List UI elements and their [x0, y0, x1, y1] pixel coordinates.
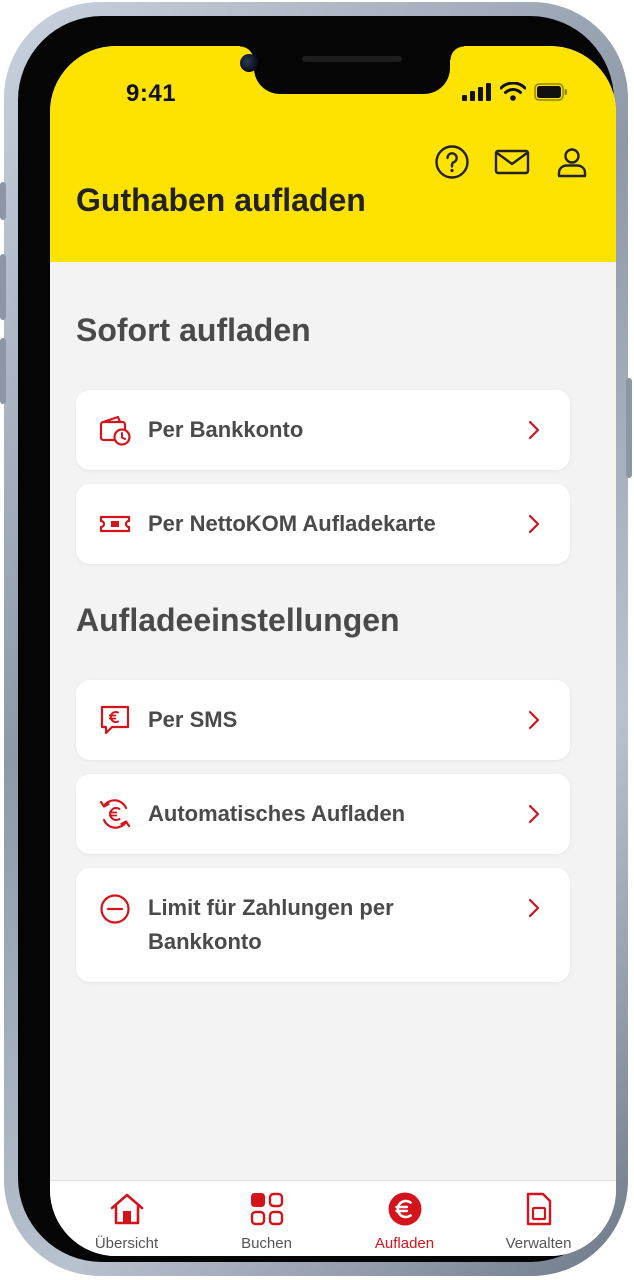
tab-label: Buchen: [241, 1235, 292, 1252]
euro-circle-icon: [388, 1192, 421, 1226]
tab-uebersicht[interactable]: Übersicht: [56, 1191, 197, 1252]
sms-euro-icon: [100, 705, 130, 735]
chevron-right-icon: [528, 804, 540, 824]
profile-icon[interactable]: [554, 144, 590, 180]
list-item-aufladekarte[interactable]: Per NettoKOM Aufladekarte: [76, 484, 570, 564]
tab-verwalten[interactable]: Verwalten: [468, 1191, 609, 1252]
chevron-right-icon: [528, 420, 540, 440]
sim-card-icon: [526, 1192, 551, 1226]
notch: [240, 46, 464, 94]
side-button-volume-up: [0, 254, 6, 320]
status-icons: [462, 82, 568, 101]
battery-icon: [534, 82, 567, 101]
tab-buchen[interactable]: Buchen: [196, 1191, 337, 1252]
list-item-label: Automatisches Aufladen: [148, 801, 406, 826]
list-item-limit-zahlungen[interactable]: Limit für Zahlungen per Bankkonto: [76, 868, 570, 982]
list-item-label: Limit für Zahlungen per Bankkonto: [148, 895, 394, 954]
home-icon: [110, 1193, 143, 1225]
chevron-right-icon: [528, 898, 540, 918]
phone-bezel: 9:41 Guthaben aufladen Sofort aufladen P…: [18, 16, 616, 1262]
speaker-grille: [302, 56, 402, 62]
side-button-mute: [0, 182, 6, 220]
ticket-icon: [99, 515, 131, 533]
euro-refresh-icon: [99, 799, 131, 829]
list-item-bankkonto[interactable]: Per Bankkonto: [76, 390, 570, 470]
tab-label: Übersicht: [94, 1235, 159, 1252]
help-icon[interactable]: [434, 144, 470, 180]
chevron-right-icon: [528, 514, 540, 534]
section-title-aufladeeinstellungen: Aufladeeinstellungen: [76, 602, 400, 638]
minus-circle-icon: [100, 894, 130, 924]
front-camera: [240, 54, 258, 72]
app-screen: 9:41 Guthaben aufladen Sofort aufladen P…: [50, 46, 616, 1256]
signal-icon: [462, 82, 491, 101]
wallet-clock-icon: [99, 415, 131, 446]
wifi-icon: [500, 82, 526, 101]
bottom-tab-bar: Übersicht Buchen Aufladen Verwalten: [50, 1180, 616, 1256]
section-title-sofort: Sofort aufladen: [76, 312, 311, 348]
side-button-volume-down: [0, 338, 6, 404]
list-item-label: Per Bankkonto: [148, 417, 304, 442]
app-header: 9:41 Guthaben aufladen: [50, 46, 616, 262]
chevron-right-icon: [528, 710, 540, 730]
page-title: Guthaben aufladen: [76, 182, 366, 218]
header-actions: [434, 144, 590, 180]
list-item-sms[interactable]: Per SMS: [76, 680, 570, 760]
tab-label: Verwalten: [505, 1235, 572, 1252]
side-button-power: [626, 378, 632, 478]
tab-aufladen[interactable]: Aufladen: [334, 1191, 475, 1252]
status-time: 9:41: [126, 80, 177, 107]
list-item-automatisches-aufladen[interactable]: Automatisches Aufladen: [76, 774, 570, 854]
phone-frame: 9:41 Guthaben aufladen Sofort aufladen P…: [0, 2, 632, 1276]
grid-icon: [250, 1192, 283, 1226]
mail-icon[interactable]: [494, 144, 530, 180]
tab-label: Aufladen: [374, 1235, 435, 1252]
list-item-label: Per NettoKOM Aufladekarte: [148, 511, 436, 536]
list-item-label: Per SMS: [148, 707, 238, 732]
